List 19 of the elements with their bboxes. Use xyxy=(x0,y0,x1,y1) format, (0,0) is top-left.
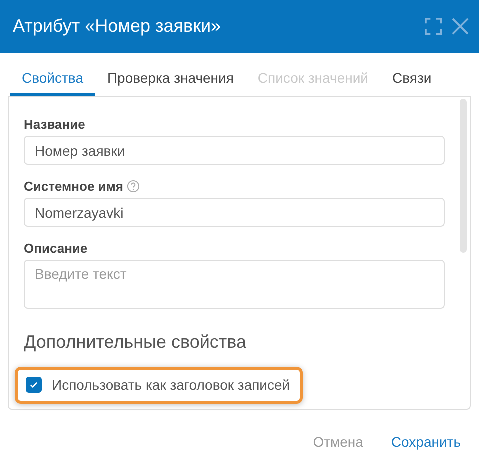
tab[interactable]: Проверка значения xyxy=(95,63,246,96)
checkbox[interactable] xyxy=(26,377,42,393)
checkbox-label: Использовать как заголовок записей xyxy=(52,377,290,393)
field-label: Название xyxy=(24,116,86,132)
section-heading: Дополнительные свойства xyxy=(24,332,248,353)
field-label: Системное имя xyxy=(24,178,124,194)
close-icon[interactable] xyxy=(452,18,469,35)
scrollbar[interactable] xyxy=(460,99,467,253)
save-button[interactable]: Сохранить xyxy=(381,430,471,454)
field-label: Описание xyxy=(24,240,88,256)
tab[interactable]: Свойства xyxy=(10,63,96,96)
checkmark-icon xyxy=(29,380,39,390)
tab[interactable]: Связи xyxy=(380,63,444,96)
window-title: Атрибут «Номер заявки» xyxy=(13,16,222,37)
text-area[interactable]: Введите текст xyxy=(24,260,445,309)
input-field[interactable]: Nomerzayavki xyxy=(24,198,445,227)
help-icon[interactable] xyxy=(127,180,140,192)
input-field[interactable]: Номер заявки xyxy=(24,136,445,165)
fullscreen-icon[interactable] xyxy=(425,18,442,35)
